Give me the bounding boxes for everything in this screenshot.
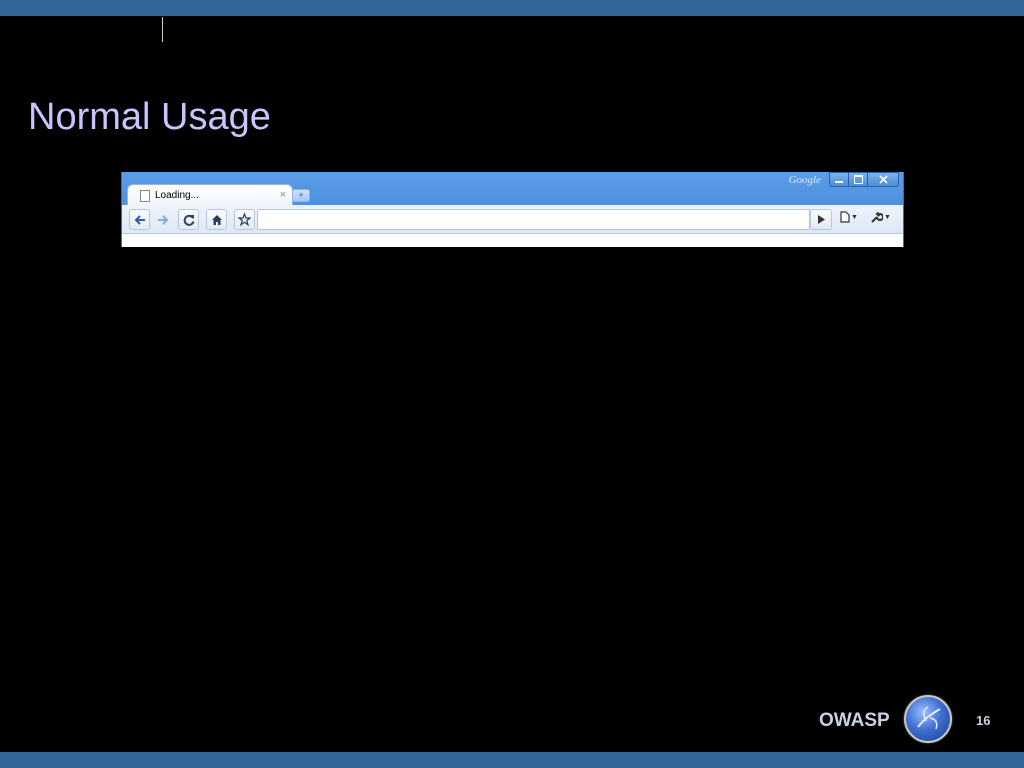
wasp-icon — [917, 706, 941, 730]
reload-icon — [183, 214, 194, 226]
omnibox-input[interactable] — [257, 209, 810, 230]
maximize-button[interactable] — [849, 172, 868, 187]
forward-arrow-icon — [157, 214, 168, 225]
window-controls — [829, 172, 899, 187]
minimize-icon — [835, 181, 843, 183]
star-icon — [238, 213, 251, 226]
bottom-banner — [0, 752, 1024, 768]
new-tab-button[interactable]: + — [292, 189, 310, 202]
minimize-button[interactable] — [829, 172, 849, 187]
chevron-down-icon: ▼ — [851, 213, 858, 221]
slide-title: Normal Usage — [28, 96, 271, 138]
browser-tab[interactable]: Loading... × — [127, 184, 293, 207]
back-button[interactable] — [129, 209, 150, 230]
reload-button[interactable] — [178, 209, 199, 230]
tab-close-icon[interactable]: × — [280, 189, 286, 201]
browser-brand: Google — [788, 174, 821, 186]
text-cursor — [162, 17, 163, 42]
home-button[interactable] — [206, 209, 227, 230]
close-window-button[interactable] — [868, 172, 899, 187]
forward-button[interactable] — [152, 209, 173, 230]
tab-title: Loading... — [155, 190, 199, 201]
page-icon — [140, 190, 150, 202]
wrench-icon — [871, 211, 883, 223]
home-icon — [211, 214, 222, 225]
owasp-logo-icon — [904, 695, 952, 743]
go-button[interactable] — [810, 209, 832, 230]
page-content-area[interactable] — [122, 234, 903, 247]
top-banner — [0, 0, 1024, 16]
page-icon — [840, 211, 850, 223]
back-arrow-icon — [134, 214, 145, 225]
browser-toolbar: ▼ ▼ — [122, 205, 903, 234]
page-menu-button[interactable]: ▼ — [840, 211, 858, 223]
page-number: 16 — [976, 713, 991, 728]
browser-window: Google Loading... × + ▼ ▼ — [121, 172, 904, 247]
maximize-icon — [853, 175, 863, 184]
tools-menu-button[interactable]: ▼ — [870, 211, 891, 224]
close-icon — [878, 175, 888, 184]
play-icon — [818, 215, 825, 224]
footer-brand: OWASP — [819, 710, 890, 731]
chevron-down-icon: ▼ — [884, 214, 891, 221]
bookmark-button[interactable] — [234, 209, 255, 230]
